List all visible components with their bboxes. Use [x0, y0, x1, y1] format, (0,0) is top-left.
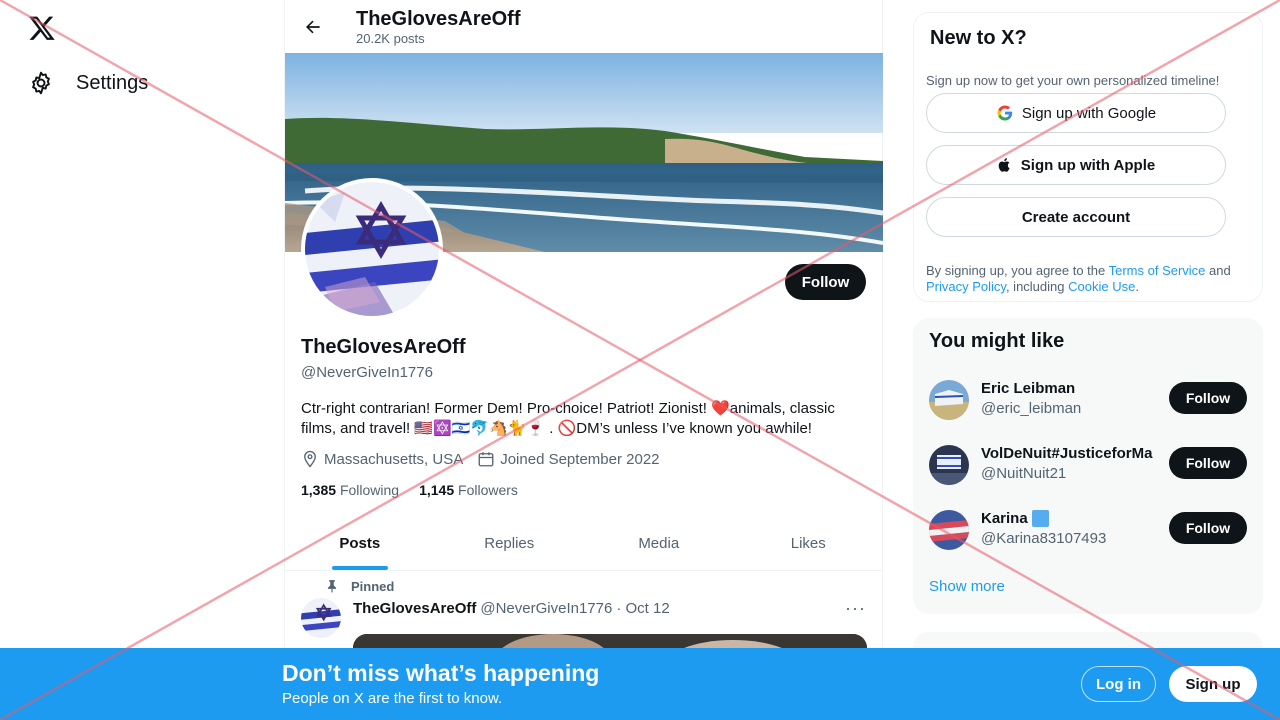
nav-item-label: Settings — [76, 71, 149, 94]
gear-icon — [32, 71, 50, 95]
who-to-follow-card: You might like Eric Leibman @eric_leibma… — [913, 318, 1263, 614]
user-avatar-image — [929, 380, 969, 420]
terms-and: and — [1205, 263, 1231, 278]
signup-card-title: New to X? — [930, 27, 1027, 49]
show-more-link[interactable]: Show more — [929, 578, 1005, 595]
header-profile-name: TheGlovesAreOff — [356, 7, 521, 30]
suggestion-item[interactable]: VolDeNuit#JusticeforMa @NuitNuit21 Follo… — [929, 445, 1247, 489]
suggestion-handle: @Karina83107493 — [981, 530, 1107, 547]
signup-google-button[interactable]: Sign up with Google — [926, 93, 1226, 133]
user-avatar-image — [929, 510, 969, 550]
suggestion-name: VolDeNuit#JusticeforMa — [981, 445, 1153, 462]
profile-bio: Ctr-right contrarian! Former Dem! Pro-ch… — [301, 400, 835, 437]
signup-card: New to X? Sign up now to get your own pe… — [913, 12, 1263, 302]
tab-replies[interactable]: Replies — [435, 516, 585, 570]
avatar[interactable] — [929, 380, 969, 420]
location-pin-icon — [304, 450, 316, 468]
privacy-policy-link[interactable]: Privacy Policy — [926, 279, 1006, 294]
tweet-date[interactable]: · Oct 12 — [616, 600, 669, 617]
profile-avatar[interactable] — [301, 178, 443, 320]
suggestion-name: Eric Leibman — [981, 380, 1076, 397]
profile-handle: @NeverGiveIn1776 — [301, 364, 433, 381]
signup-banner: Don’t miss what’s happening People on X … — [0, 648, 1280, 720]
suggestion-handle: @eric_leibman — [981, 400, 1082, 417]
signup-banner-title: Don’t miss what’s happening — [282, 660, 600, 686]
avatar[interactable] — [929, 510, 969, 550]
follow-button[interactable]: Follow — [1169, 512, 1247, 544]
suggestion-name-text: Karina — [981, 510, 1028, 527]
tweet-author-name[interactable]: TheGlovesAreOff — [353, 600, 476, 617]
terms-mid: , including — [1005, 279, 1069, 294]
suggestion-handle: @NuitNuit21 — [981, 465, 1067, 482]
user-avatar-image — [929, 445, 969, 485]
following-link[interactable]: 1,385 Following — [301, 482, 399, 498]
signup-button[interactable]: Sign up — [1169, 666, 1257, 702]
login-button[interactable]: Log in — [1081, 666, 1156, 702]
pin-icon — [327, 580, 337, 593]
suggestion-name: Karina — [981, 510, 1157, 527]
post-count: 20.2K posts — [356, 30, 425, 46]
profile-header-bar: TheGlovesAreOff 20.2K posts — [285, 0, 882, 53]
x-logo-icon[interactable] — [28, 14, 56, 42]
profile-meta: Massachusetts, USA Joined September 2022 — [301, 450, 660, 468]
profile-joined: Joined September 2022 — [500, 450, 660, 468]
back-button[interactable] — [287, 0, 339, 53]
israel-flag-avatar-image — [305, 182, 439, 316]
terms-prefix: By signing up, you agree to the — [926, 263, 1109, 278]
suggestion-item[interactable]: Karina @Karina83107493 Follow — [929, 510, 1247, 554]
tab-posts[interactable]: Posts — [285, 516, 435, 570]
followers-count: 1,145 — [419, 482, 455, 498]
calendar-icon — [478, 452, 494, 467]
profile-name: TheGlovesAreOff — [301, 336, 466, 358]
tab-media[interactable]: Media — [584, 516, 734, 570]
terms-of-service-link[interactable]: Terms of Service — [1109, 263, 1206, 278]
signup-terms: By signing up, you agree to the Terms of… — [926, 263, 1246, 295]
followers-link[interactable]: 1,145 Followers — [419, 482, 518, 498]
tweet-author-handle[interactable]: @NeverGiveIn1776 — [480, 600, 612, 617]
suggestion-item[interactable]: Eric Leibman @eric_leibman Follow — [929, 380, 1247, 424]
blue-square-emoji-icon — [1031, 510, 1049, 527]
left-navigation: Settings — [0, 0, 284, 720]
pinned-label: Pinned — [351, 578, 395, 594]
signup-google-label: Sign up with Google — [1021, 104, 1157, 122]
apple-icon — [998, 158, 1010, 172]
tweet-avatar[interactable] — [301, 598, 341, 638]
profile-column: TheGlovesAreOff 20.2K posts Follow TheGl… — [284, 0, 883, 720]
follow-button[interactable]: Follow — [1169, 447, 1247, 479]
pinned-indicator: Pinned — [325, 578, 394, 594]
create-account-button[interactable]: Create account — [926, 197, 1226, 237]
israel-flag-avatar-image — [301, 598, 341, 638]
signup-apple-button[interactable]: Sign up with Apple — [926, 145, 1226, 185]
follow-button[interactable]: Follow — [1169, 382, 1247, 414]
profile-stats: 1,385 Following 1,145 Followers — [301, 482, 518, 498]
google-icon — [997, 105, 1013, 121]
follow-button[interactable]: Follow — [785, 264, 866, 300]
arrow-left-icon — [306, 20, 320, 33]
terms-end: . — [1135, 279, 1139, 294]
followers-label: Followers — [458, 482, 518, 498]
following-count: 1,385 — [301, 482, 337, 498]
who-to-follow-title: You might like — [929, 330, 1065, 352]
signup-banner-subtitle: People on X are the first to know. — [282, 690, 503, 707]
cookie-use-link[interactable]: Cookie Use — [1068, 279, 1135, 294]
tab-likes[interactable]: Likes — [734, 516, 884, 570]
nav-item-settings[interactable]: Settings — [28, 66, 148, 100]
more-icon[interactable]: ··· — [845, 598, 866, 619]
signup-apple-label: Sign up with Apple — [1020, 156, 1156, 174]
profile-location: Massachusetts, USA — [324, 450, 464, 468]
profile-tabs: Posts Replies Media Likes — [285, 516, 883, 571]
avatar[interactable] — [929, 445, 969, 485]
following-label: Following — [339, 482, 400, 498]
tweet-header: TheGlovesAreOff @NeverGiveIn1776 · Oct 1… — [353, 600, 670, 617]
signup-card-subtitle: Sign up now to get your own personalized… — [926, 73, 1220, 88]
